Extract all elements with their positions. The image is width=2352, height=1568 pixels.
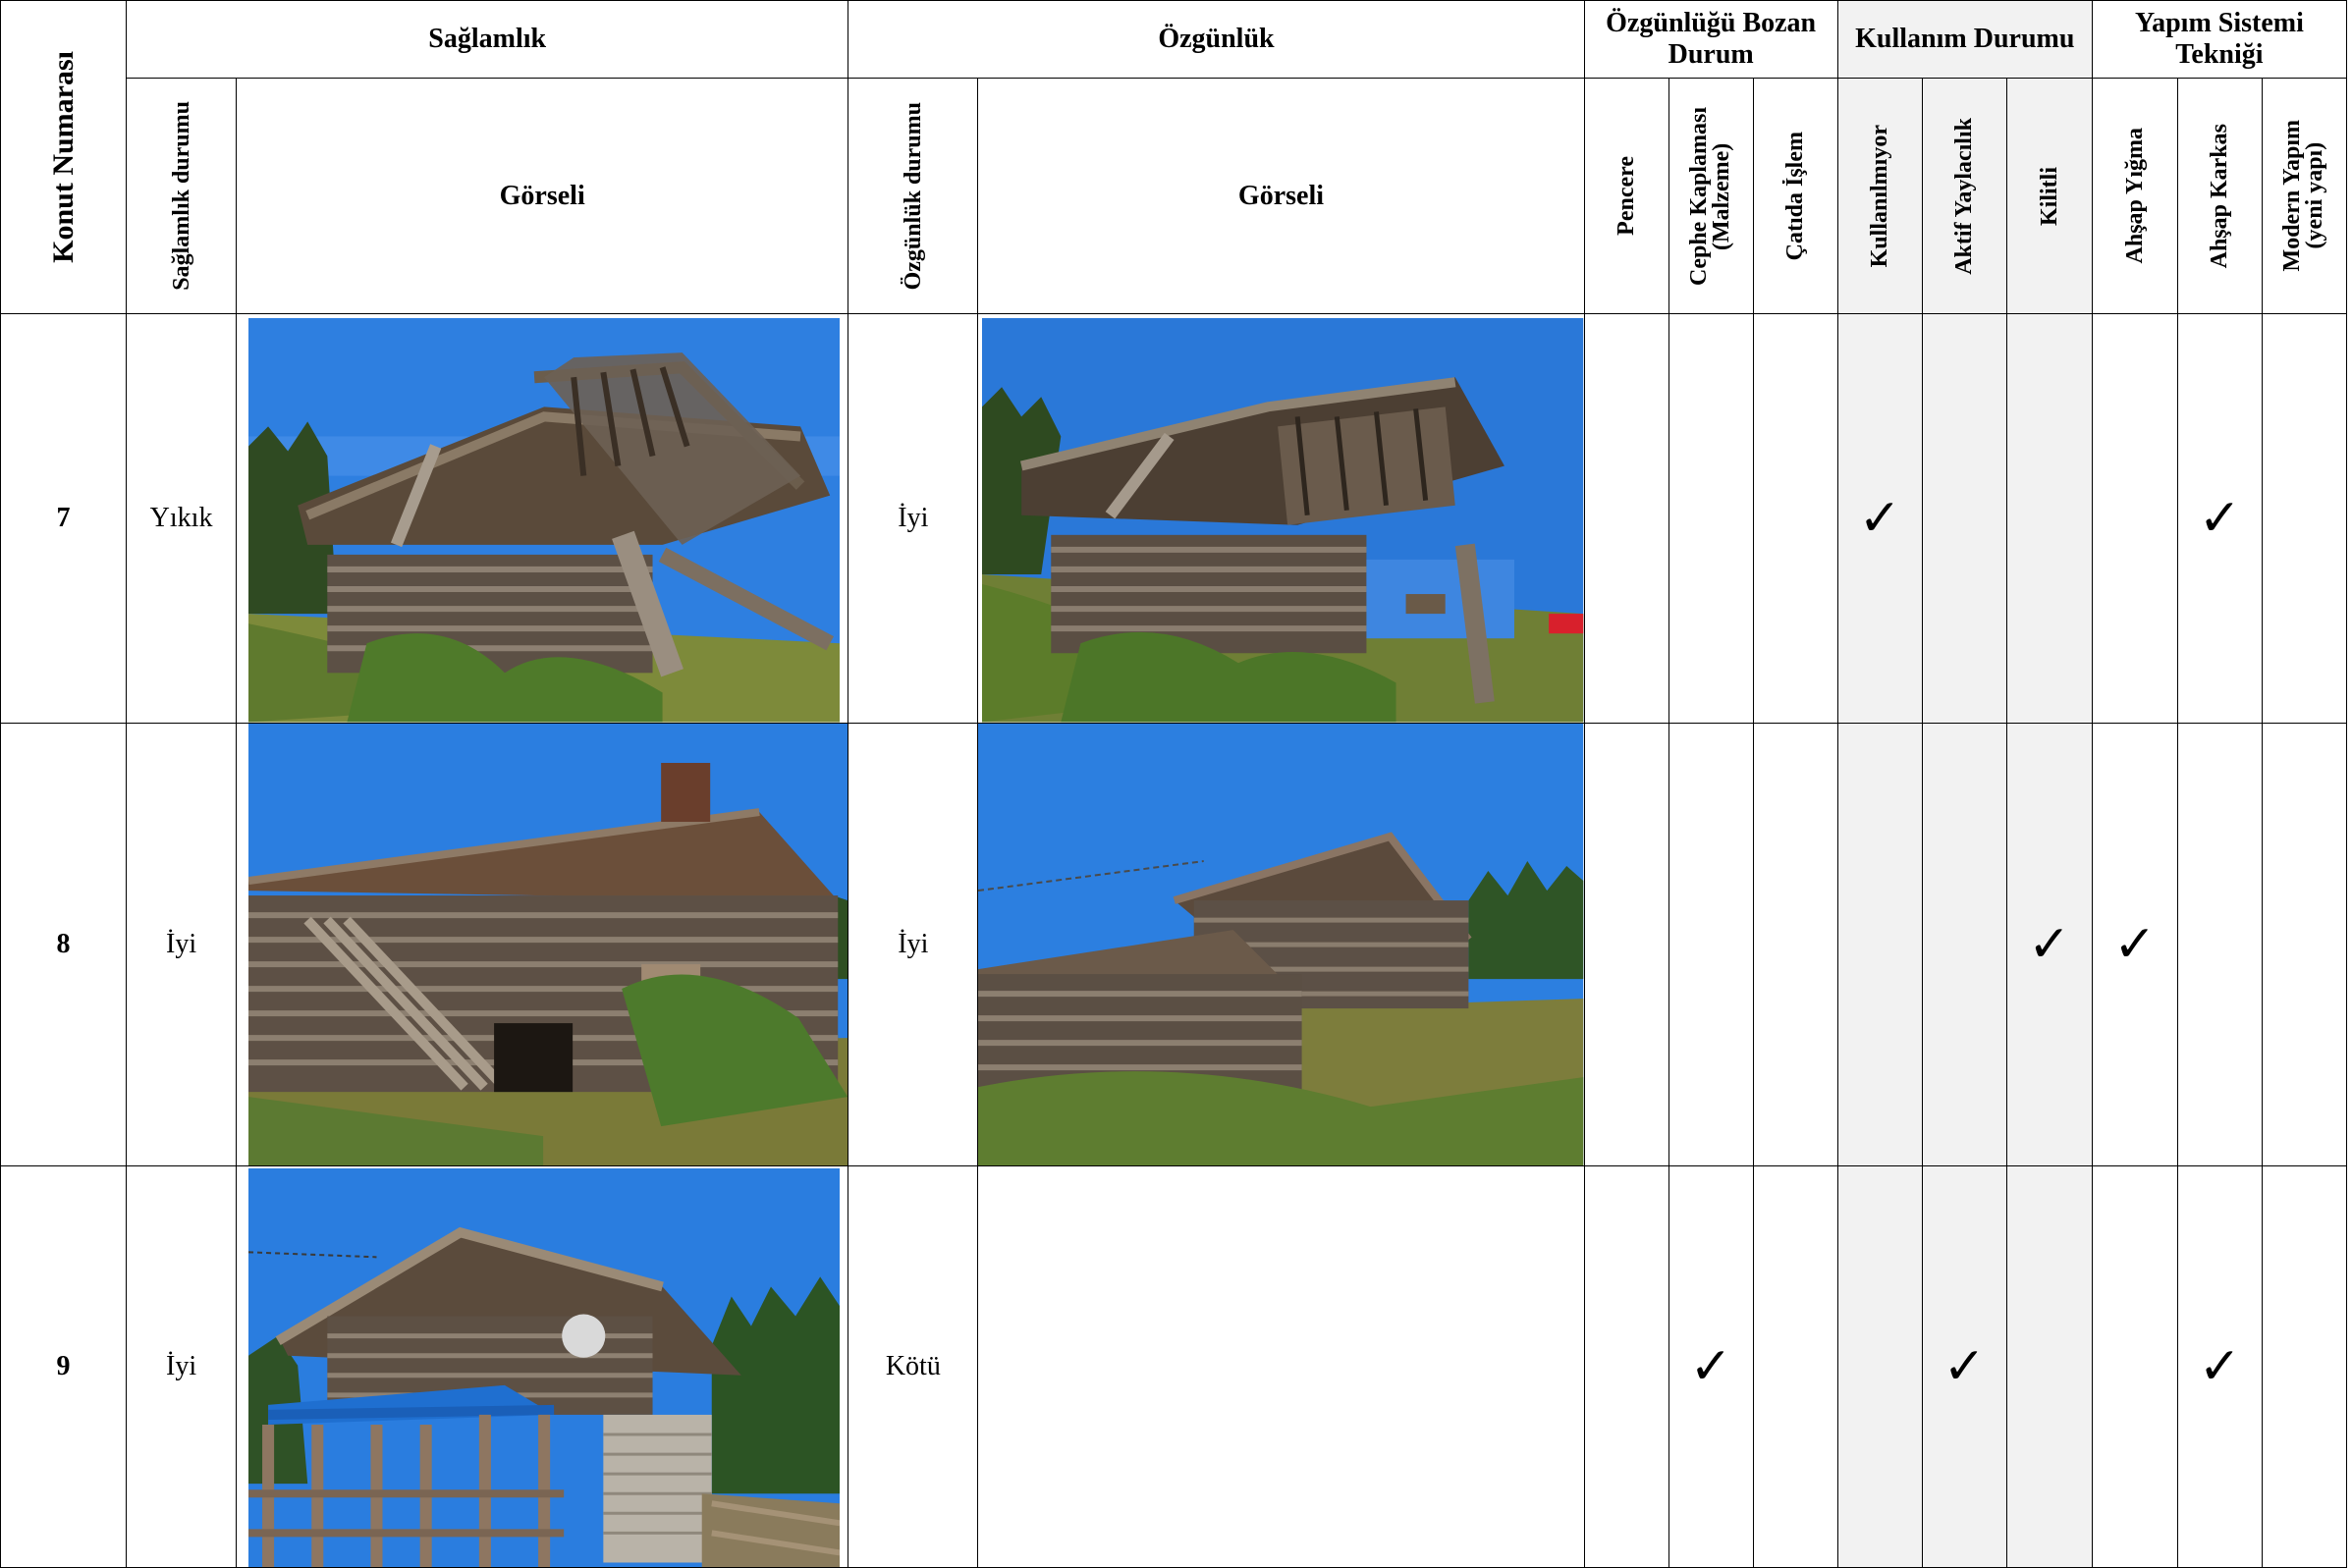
ahsap-karkas-check: ✓ (2176, 1164, 2263, 1568)
modern-yapim-check (2261, 313, 2348, 724)
ahsap-karkas-header: Ahşap Karkas (2176, 78, 2263, 314)
modern-yapim-check (2261, 722, 2348, 1166)
ozgunluk-photo (977, 313, 1585, 724)
kullanilmiyor-check (1836, 1164, 1923, 1568)
pencere-cell (1583, 1164, 1669, 1568)
ozgunluk-durumu-header: Özgünlük durumu (848, 78, 979, 314)
konut-number: 7 (0, 313, 128, 724)
ahsap-yigma-check (2091, 1164, 2178, 1568)
ozgunluk-value: Kötü (848, 1164, 979, 1568)
saglamlik-photo (236, 1164, 849, 1568)
table-row: 7 Yıkık İyi ✓ ✓ (0, 313, 2348, 724)
cephe-header: Cephe Kaplaması (Malzeme) (1668, 78, 1754, 314)
ahsap-karkas-check (2176, 722, 2263, 1166)
yapim-group-header: Yapım Sistemi Tekniği (2091, 0, 2348, 80)
saglamlik-value: Yıkık (126, 313, 238, 724)
konut-number: 8 (0, 722, 128, 1166)
wooden-house-with-stairs-image (248, 724, 848, 1165)
survey-page: Konut Numarası Sağlamlık Özgünlük Özgünl… (0, 0, 2352, 1568)
ozgunluk-value: İyi (848, 313, 979, 724)
survey-table: Konut Numarası Sağlamlık Özgünlük Özgünl… (0, 0, 2348, 1568)
ahsap-yigma-check (2091, 313, 2178, 724)
aktif-yaylacilik-header: Aktif Yaylacılık (1921, 78, 2007, 314)
ozgunluk-photo-empty (977, 1164, 1585, 1568)
cephe-cell (1668, 313, 1754, 724)
modern-yapim-check (2261, 1164, 2348, 1568)
konut-number: 9 (0, 1164, 128, 1568)
saglamlik-photo (236, 722, 849, 1166)
cephe-check: ✓ (1668, 1164, 1754, 1568)
catida-header: Çatıda İşlem (1752, 78, 1838, 314)
collapsed-wooden-hut-image (248, 318, 841, 723)
kullanilmiyor-check (1836, 722, 1923, 1166)
table-row: 8 İyi İyi ✓ ✓ (0, 722, 2348, 1166)
ozgunluk-value: İyi (848, 722, 979, 1166)
saglamlik-durumu-header: Sağlamlık durumu (126, 78, 238, 314)
modern-label-line2: (yeni yapı) (2302, 142, 2328, 249)
kullanim-group-header: Kullanım Durumu (1836, 0, 2093, 80)
kilitli-check: ✓ (2005, 722, 2093, 1166)
kilitli-header: Kilitli (2005, 78, 2093, 314)
aktif-yaylacilik-check (1921, 313, 2007, 724)
ahsap-yigma-check: ✓ (2091, 722, 2178, 1166)
two-storey-wooden-house-image (248, 1167, 841, 1567)
pencere-cell (1583, 722, 1669, 1166)
catida-cell (1752, 722, 1838, 1166)
ozgunluk-photo (977, 722, 1585, 1166)
ozgunluk-gorseli-header: Görseli (977, 78, 1585, 314)
kilitli-check (2005, 1164, 2093, 1568)
wooden-hut-side-view-image (982, 318, 1584, 723)
ahsap-karkas-check: ✓ (2176, 313, 2263, 724)
saglamlik-gorseli-header: Görseli (236, 78, 849, 314)
konut-no-header: Konut Numarası (0, 0, 128, 314)
ahsap-yigma-header: Ahşap Yığma (2091, 78, 2178, 314)
saglamlik-group-header: Sağlamlık (126, 0, 849, 80)
wooden-house-distant-view-image (978, 724, 1584, 1165)
kullanilmiyor-check: ✓ (1836, 313, 1923, 724)
modern-yapim-header: Modern Yapım (yeni yapı) (2261, 78, 2348, 314)
saglamlik-value: İyi (126, 722, 238, 1166)
ozgunlugu-bozan-group-header: Özgünlüğü Bozan Durum (1583, 0, 1838, 80)
aktif-yaylacilik-check (1921, 722, 2007, 1166)
kilitli-check (2005, 313, 2093, 724)
header-row-groups: Konut Numarası Sağlamlık Özgünlük Özgünl… (0, 0, 2348, 314)
cephe-label-line2: (Malzeme) (1709, 141, 1735, 250)
pencere-header: Pencere (1583, 78, 1669, 314)
cephe-cell (1668, 722, 1754, 1166)
saglamlik-photo (236, 313, 849, 724)
saglamlik-value: İyi (126, 1164, 238, 1568)
aktif-yaylacilik-check: ✓ (1921, 1164, 2007, 1568)
table-row: 9 İyi Kötü ✓ ✓ ✓ (0, 1164, 2348, 1568)
kullanilmiyor-header: Kullanılmıyor (1836, 78, 1923, 314)
catida-cell (1752, 1164, 1838, 1568)
ozgunluk-group-header: Özgünlük (848, 0, 1585, 80)
catida-cell (1752, 313, 1838, 724)
pencere-cell (1583, 313, 1669, 724)
header-row-columns: Sağlamlık durumu Görseli Özgünlük durumu… (1, 78, 2348, 314)
